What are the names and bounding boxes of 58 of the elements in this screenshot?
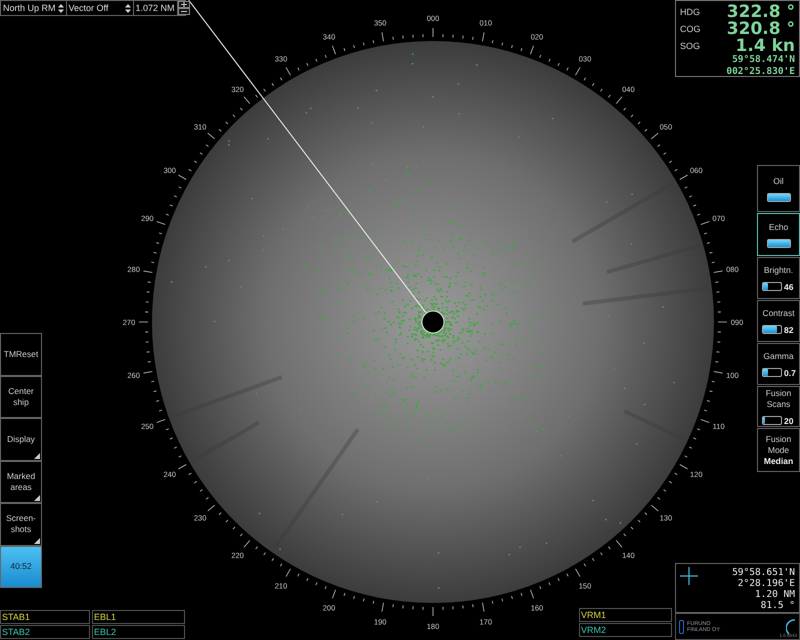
orientation-selector[interactable]: North Up RM (1, 1, 67, 15)
slider-control[interactable]: Brightn. 46 (757, 257, 800, 299)
vector-selector[interactable]: Vector Off (66, 1, 134, 15)
corner-triangle-icon (34, 452, 40, 458)
readout-box[interactable]: STAB2 (0, 625, 90, 639)
longitude-value: 002°25.830'E (726, 66, 795, 78)
corner-triangle-icon (34, 538, 40, 544)
crosshair-icon (680, 567, 698, 585)
cursor-range: 1.20 NM (754, 589, 795, 600)
range-increase-button[interactable] (178, 1, 190, 8)
spinner-icon[interactable] (58, 4, 64, 12)
echo-toggle[interactable]: Oil (757, 165, 800, 212)
readout-label: EBL2 (94, 627, 116, 637)
menu-button[interactable]: TMReset (0, 333, 42, 376)
slider-control[interactable]: Contrast 82 (757, 300, 800, 342)
nav-label: SOG (680, 40, 700, 50)
slider-control[interactable]: Gamma 0.7 (757, 343, 800, 385)
nav-label: HDG (680, 6, 700, 16)
readout-box[interactable]: EBL1 (92, 610, 185, 624)
cursor-latitude: 59°58.651'N (732, 567, 795, 578)
vrm-label: VRM1 (581, 610, 606, 620)
mode-selector[interactable]: Fusion Mode Median (757, 428, 800, 472)
slider-track[interactable] (762, 282, 782, 291)
vrm-box[interactable]: VRM2 (579, 623, 672, 637)
nav-label: COG (680, 24, 701, 34)
echo-toggle[interactable]: Echo (757, 213, 800, 256)
slider-control[interactable]: Fusion Scans 20 (757, 386, 800, 427)
slider-track[interactable] (762, 416, 782, 425)
vrm-box[interactable]: VRM1 (579, 608, 672, 622)
own-ship-marker (422, 310, 444, 334)
cursor-longitude: 2°28.196'E (738, 578, 795, 589)
readout-label: STAB1 (2, 612, 30, 622)
menu-button[interactable]: Marked areas (0, 460, 42, 503)
menu-button[interactable]: 40:52 (0, 546, 42, 588)
readout-label: EBL1 (94, 612, 116, 622)
nav-value: 320.8 ° (726, 18, 795, 38)
toggle-indicator (766, 238, 790, 248)
arc-icon (786, 618, 796, 634)
cursor-bearing: 81.5 ° (760, 600, 795, 611)
minus-icon (180, 9, 187, 14)
logo-icon (679, 620, 684, 634)
menu-button[interactable]: Center ship (0, 376, 42, 418)
readout-label: STAB2 (2, 627, 30, 637)
slider-track[interactable] (762, 325, 782, 334)
menu-button[interactable]: Screen-shots (0, 503, 42, 546)
slider-track[interactable] (762, 368, 782, 377)
toggle-indicator (766, 192, 790, 202)
corner-triangle-icon (34, 495, 40, 501)
range-decrease-button[interactable] (178, 8, 190, 15)
nav-value: 1.4 kn (736, 36, 795, 56)
readout-box[interactable]: EBL2 (92, 625, 185, 639)
plus-icon (180, 2, 187, 7)
spinner-icon[interactable] (124, 4, 131, 12)
nav-value: 322.8 ° (726, 2, 795, 22)
menu-button[interactable]: Display (0, 418, 42, 460)
latitude-value: 59°58.474'N (732, 54, 795, 66)
readout-box[interactable]: STAB1 (0, 610, 90, 624)
vrm-label: VRM2 (581, 625, 606, 635)
